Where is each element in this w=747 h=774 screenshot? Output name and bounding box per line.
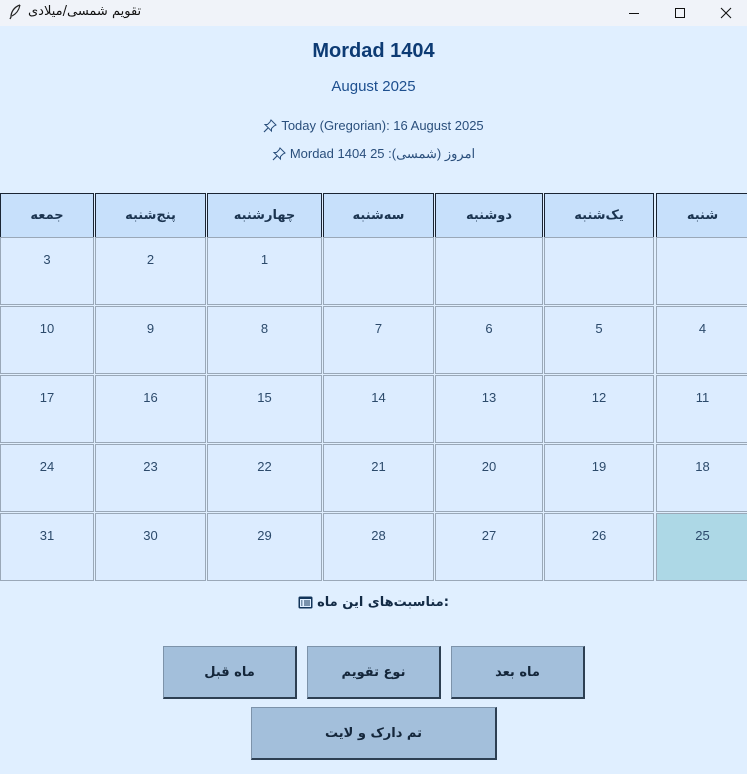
day-cell[interactable]: 6 — [435, 306, 543, 374]
today-jalali-text: امروز (شمسی): 25 Mordad 1404 — [289, 146, 476, 161]
day-cell[interactable]: 4 — [656, 306, 747, 374]
weekday-header: یک‌شنبه — [544, 193, 654, 238]
day-cell[interactable]: 5 — [544, 306, 654, 374]
weekday-header: سه‌شنبه — [323, 193, 434, 238]
day-cell[interactable]: 31 — [0, 513, 94, 581]
day-cell[interactable]: 26 — [544, 513, 654, 581]
day-cell[interactable]: 24 — [0, 444, 94, 512]
events-section-label: :مناسبت‌های این ماه — [0, 595, 747, 610]
weekday-header: چهارشنبه — [207, 193, 322, 238]
calendar-list-icon — [298, 596, 313, 609]
gregorian-month: August 2025 — [331, 78, 416, 95]
day-cell[interactable]: 15 — [207, 375, 322, 443]
window-title: تقویم شمسی/میلادی — [28, 4, 142, 19]
day-cell[interactable]: 28 — [323, 513, 434, 581]
weekday-header: دوشنبه — [435, 193, 543, 238]
day-cell[interactable]: 17 — [0, 375, 94, 443]
title-bar: تقویم شمسی/میلادی — [0, 0, 747, 26]
empty-day-cell — [544, 237, 654, 305]
day-cell[interactable]: 8 — [207, 306, 322, 374]
today-gregorian-line: Today (Gregorian): 16 August 2025 — [0, 118, 747, 133]
pushpin-icon — [272, 147, 286, 161]
day-cell[interactable]: 20 — [435, 444, 543, 512]
day-cell[interactable]: 21 — [323, 444, 434, 512]
empty-day-cell — [323, 237, 434, 305]
day-cell[interactable]: 22 — [207, 444, 322, 512]
maximize-icon — [674, 7, 686, 19]
today-jalali-line: امروز (شمسی): 25 Mordad 1404 — [0, 146, 747, 162]
close-button[interactable] — [703, 0, 747, 26]
day-cell[interactable]: 7 — [323, 306, 434, 374]
day-cell[interactable]: 18 — [656, 444, 747, 512]
day-cell[interactable]: 19 — [544, 444, 654, 512]
today-gregorian-text: Today (Gregorian): 16 August 2025 — [281, 118, 484, 133]
empty-day-cell — [435, 237, 543, 305]
day-cell[interactable]: 9 — [95, 306, 206, 374]
minimize-icon — [628, 7, 640, 19]
weekday-header: شنبه — [656, 193, 747, 238]
day-cell[interactable]: 12 — [544, 375, 654, 443]
day-cell[interactable]: 30 — [95, 513, 206, 581]
events-label-text: :مناسبت‌های این ماه — [317, 595, 449, 610]
day-cell[interactable]: 1 — [207, 237, 322, 305]
calendar-type-button[interactable]: نوع تقویم — [307, 646, 441, 699]
month-title: Mordad 1404 — [312, 40, 435, 62]
day-cell[interactable]: 3 — [0, 237, 94, 305]
day-cell[interactable]: 29 — [207, 513, 322, 581]
day-cell[interactable]: 13 — [435, 375, 543, 443]
day-cell[interactable]: 14 — [323, 375, 434, 443]
weekday-header: پنج‌شنبه — [95, 193, 206, 238]
minimize-button[interactable] — [611, 0, 657, 26]
day-cell[interactable]: 16 — [95, 375, 206, 443]
pushpin-icon — [263, 118, 278, 133]
prev-month-button[interactable]: ماه قبل — [163, 646, 297, 699]
day-cell[interactable]: 10 — [0, 306, 94, 374]
maximize-button[interactable] — [657, 0, 703, 26]
weekday-header: جمعه — [0, 193, 94, 238]
day-cell[interactable]: 11 — [656, 375, 747, 443]
feather-pen-icon — [8, 4, 22, 20]
day-cell-today[interactable]: 25 — [656, 513, 747, 581]
next-month-button[interactable]: ماه بعد — [451, 646, 585, 699]
day-cell[interactable]: 2 — [95, 237, 206, 305]
close-icon — [720, 7, 732, 19]
theme-toggle-button[interactable]: تم دارک و لایت — [251, 707, 497, 760]
day-cell[interactable]: 23 — [95, 444, 206, 512]
empty-day-cell — [656, 237, 747, 305]
day-cell[interactable]: 27 — [435, 513, 543, 581]
